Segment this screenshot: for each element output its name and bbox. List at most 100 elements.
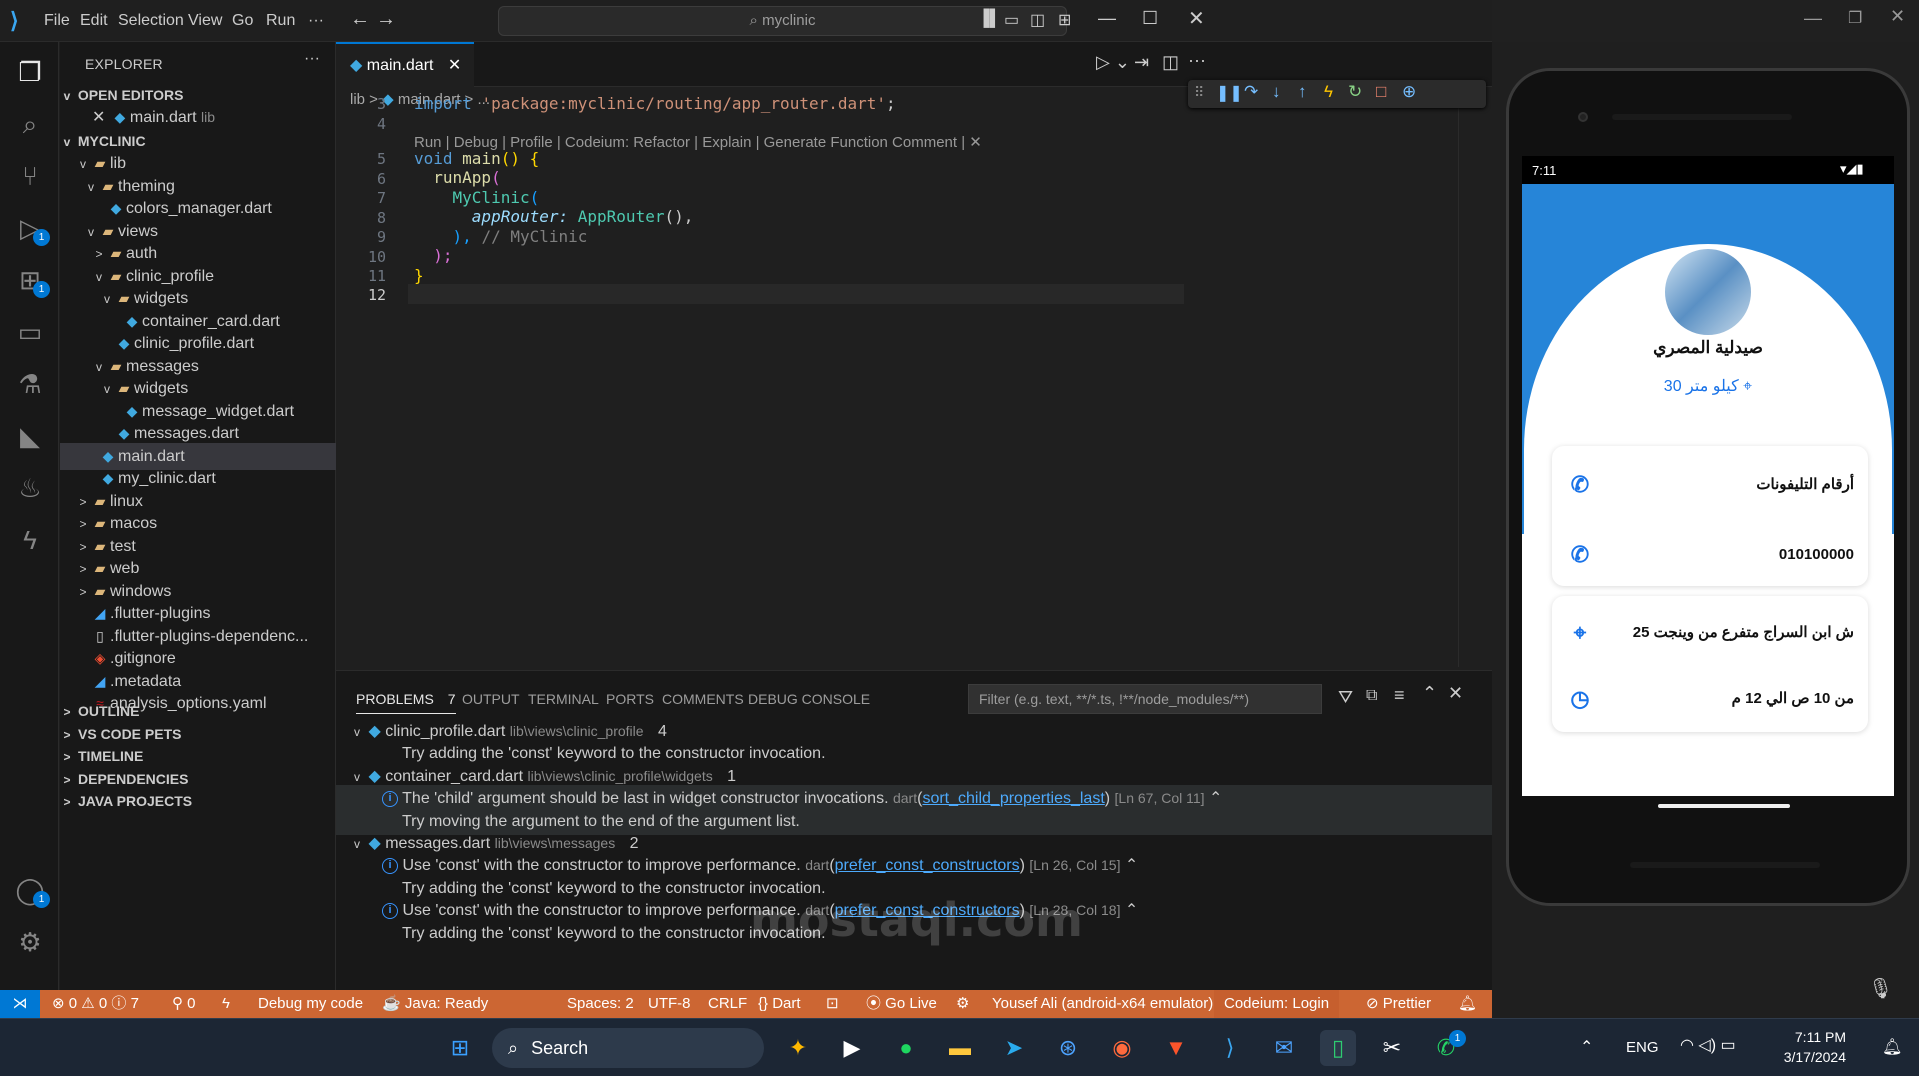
devtools-icon[interactable]: ⊕ bbox=[1402, 82, 1416, 102]
maximize-icon[interactable]: ☐ bbox=[1142, 8, 1158, 29]
tab-terminal[interactable]: TERMINAL bbox=[528, 691, 599, 707]
whatsapp-icon[interactable]: ✆ 1 bbox=[1428, 1030, 1466, 1066]
extensions-icon[interactable]: ⊞ 1 bbox=[12, 262, 50, 298]
problems-status[interactable]: ⊗ 0 ⚠ 0 ⓘ 7 bbox=[52, 990, 139, 1018]
remote-indicator-icon[interactable]: ⋊ bbox=[0, 990, 40, 1018]
account-icon[interactable]: ◯ 1 bbox=[12, 872, 50, 908]
menu-run[interactable]: Run bbox=[266, 12, 295, 30]
notification-bell-icon[interactable]: 🔔︎ bbox=[1882, 1037, 1902, 1057]
testing-icon[interactable]: ⚗ bbox=[12, 366, 48, 402]
vscode-taskbar-icon[interactable]: ⟩ bbox=[1212, 1030, 1248, 1066]
step-into-icon[interactable]: ↓ bbox=[1272, 82, 1281, 102]
taskbar-search[interactable]: ⌕ Search bbox=[492, 1028, 764, 1068]
android-studio-icon[interactable]: ▯ bbox=[1320, 1030, 1356, 1066]
spotify-icon[interactable]: ● bbox=[888, 1030, 924, 1066]
java-status[interactable]: ☕ Java: Ready bbox=[382, 990, 488, 1018]
tab-debug-console[interactable]: DEBUG CONSOLE bbox=[748, 691, 870, 707]
emu-minimize-icon[interactable]: — bbox=[1804, 8, 1822, 29]
customize-layout-icon[interactable]: ⊞ bbox=[1058, 10, 1071, 30]
minimize-icon[interactable]: — bbox=[1098, 8, 1116, 29]
encoding-status[interactable]: UTF-8 bbox=[648, 990, 691, 1018]
view-as-list-icon[interactable]: ≡ bbox=[1394, 685, 1405, 706]
media-player-icon[interactable]: ▶ bbox=[834, 1030, 870, 1066]
go-live-status[interactable]: ⦿ Go Live bbox=[866, 990, 937, 1018]
lightning-status-icon[interactable]: ϟ bbox=[222, 990, 230, 1018]
menu-file[interactable]: File bbox=[44, 12, 70, 30]
editor-more-icon[interactable]: ··· bbox=[1188, 50, 1206, 71]
flutter-icon[interactable]: ◣ bbox=[12, 418, 48, 454]
emu-close-icon[interactable]: ✕ bbox=[1890, 6, 1905, 27]
menu-selection[interactable]: Selection bbox=[118, 12, 184, 30]
menu-view[interactable]: View bbox=[188, 12, 222, 30]
language-status[interactable]: {} Dart bbox=[758, 990, 801, 1018]
lightning-icon[interactable]: ϟ bbox=[12, 522, 48, 558]
device-icon[interactable]: ⚙ bbox=[956, 990, 969, 1018]
address-row[interactable]: ش ابن السراج متفرع من وينجت 25 ⌖ bbox=[1552, 604, 1868, 662]
home-indicator[interactable] bbox=[1658, 804, 1790, 808]
start-icon[interactable]: ⊞ bbox=[442, 1030, 478, 1066]
codeium-status[interactable]: Codeium: Login bbox=[1214, 990, 1340, 1018]
run-debug-icon[interactable]: ▷ 1 bbox=[12, 210, 50, 246]
tab-output[interactable]: OUTPUT bbox=[462, 691, 520, 707]
close-panel-icon[interactable]: ✕ bbox=[1448, 683, 1463, 704]
rule-link[interactable]: prefer_const_constructors bbox=[835, 857, 1020, 874]
language-indicator[interactable]: ENG bbox=[1626, 1039, 1659, 1056]
file-explorer-icon[interactable]: ▬ bbox=[942, 1030, 978, 1066]
pause-icon[interactable]: ❚❚ bbox=[1216, 83, 1243, 103]
open-changes-icon[interactable]: ⇥ bbox=[1134, 52, 1149, 73]
sidebar-section[interactable]: > JAVA PROJECTS bbox=[60, 788, 336, 814]
copilot-icon[interactable]: ✦ bbox=[780, 1030, 816, 1066]
back-arrow-icon[interactable]: ← bbox=[350, 8, 370, 31]
code-editor[interactable]: lib > ◆ main.dart > ... 3 4 5 6 7 8 9 10… bbox=[336, 87, 1492, 667]
hot-reload-icon[interactable]: ϟ bbox=[1324, 82, 1333, 102]
terminal-status-icon[interactable]: ⊡ bbox=[826, 990, 839, 1018]
minimap-scrollbar[interactable] bbox=[1458, 87, 1472, 667]
filter-icon[interactable]: ⛛ bbox=[1338, 687, 1353, 708]
tab-main-dart[interactable]: ◆ main.dart ✕ bbox=[336, 42, 474, 87]
brave-icon[interactable]: ▼ bbox=[1158, 1030, 1194, 1066]
settings-gear-icon[interactable]: ⚙ bbox=[12, 924, 48, 960]
menu-go[interactable]: Go bbox=[232, 12, 253, 30]
hours-row[interactable]: من 10 ص الي 12 م ◷ bbox=[1552, 670, 1868, 728]
restart-icon[interactable]: ↻ bbox=[1348, 82, 1362, 102]
stop-icon[interactable]: □ bbox=[1376, 82, 1386, 102]
search-icon[interactable]: ⌕ bbox=[12, 106, 48, 142]
mail-icon[interactable]: ✉ bbox=[1266, 1030, 1302, 1066]
run-file-icon[interactable]: ▷ ⌄ bbox=[1096, 52, 1130, 73]
source-control-icon[interactable]: ⑂ bbox=[12, 158, 48, 194]
problems-filter-input[interactable]: Filter (e.g. text, **/*.ts, !**/node_mod… bbox=[968, 684, 1322, 714]
split-editor-icon[interactable]: ◫ bbox=[1162, 52, 1179, 73]
chevron-up-icon[interactable]: ⌃ bbox=[1125, 902, 1138, 919]
tray-chevron-icon[interactable]: ⌃ bbox=[1580, 1037, 1593, 1057]
microphone-icon[interactable]: 🎙︎ bbox=[1868, 976, 1893, 1001]
toggle-sidebar-icon[interactable]: ▐▌ bbox=[978, 10, 1001, 28]
open-editor-main-dart[interactable]: ✕ ◆ main.dart lib bbox=[60, 104, 336, 131]
tab-ports[interactable]: PORTS bbox=[606, 691, 654, 707]
drag-handle-icon[interactable]: ⠿ bbox=[1194, 84, 1204, 101]
close-editor-icon[interactable]: ✕ bbox=[92, 109, 105, 126]
app-store-icon[interactable]: ⊛ bbox=[1050, 1030, 1086, 1066]
postman-icon[interactable]: ◉ bbox=[1104, 1030, 1140, 1066]
toggle-secondary-sidebar-icon[interactable]: ◫ bbox=[1030, 10, 1045, 30]
notifications-bell-icon[interactable]: 🔔︎ bbox=[1458, 990, 1477, 1018]
step-over-icon[interactable]: ↷ bbox=[1244, 82, 1258, 102]
telegram-icon[interactable]: ➤ bbox=[996, 1030, 1032, 1066]
rule-link[interactable]: sort_child_properties_last bbox=[922, 790, 1104, 807]
forward-arrow-icon[interactable]: → bbox=[376, 8, 396, 31]
chevron-up-icon[interactable]: ⌃ bbox=[1125, 857, 1138, 874]
contact-row[interactable]: أرقام التليفونات ✆ bbox=[1552, 456, 1868, 514]
menu-edit[interactable]: Edit bbox=[80, 12, 108, 30]
remote-explorer-icon[interactable]: ▭ bbox=[12, 314, 48, 350]
ports-status[interactable]: ⚲ 0 bbox=[172, 990, 196, 1018]
tab-problems[interactable]: PROBLEMS 7 bbox=[356, 691, 456, 714]
tab-comments[interactable]: COMMENTS bbox=[662, 691, 744, 707]
eol-status[interactable]: CRLF bbox=[708, 990, 747, 1018]
toggle-panel-icon[interactable]: ▭ bbox=[1004, 10, 1019, 30]
chevron-up-icon[interactable]: ⌃ bbox=[1209, 790, 1222, 807]
device-status[interactable]: Yousef Ali (android-x64 emulator) bbox=[992, 990, 1213, 1018]
clock[interactable]: 7:11 PM bbox=[1766, 1029, 1846, 1045]
firebase-icon[interactable]: ♨ bbox=[12, 470, 48, 506]
wifi-volume-battery-icon[interactable]: ◠ ◁) ▭ bbox=[1680, 1035, 1736, 1055]
step-out-icon[interactable]: ↑ bbox=[1298, 82, 1307, 102]
date[interactable]: 3/17/2024 bbox=[1766, 1049, 1846, 1065]
